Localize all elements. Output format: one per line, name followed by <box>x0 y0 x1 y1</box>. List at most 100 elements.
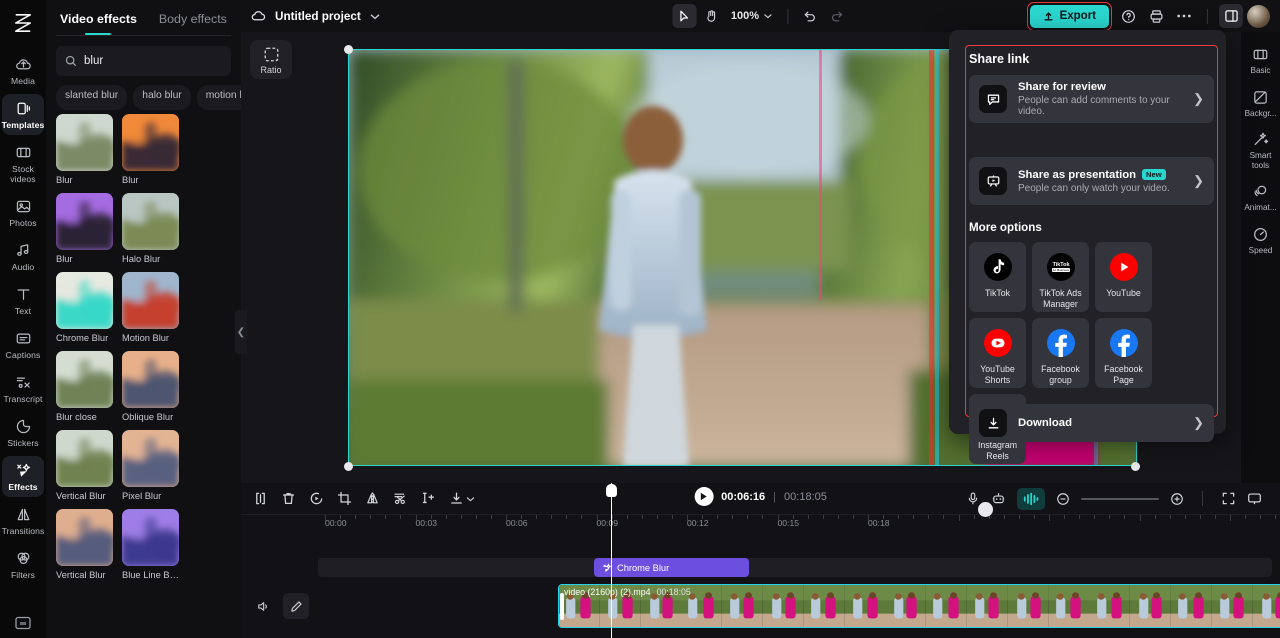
share-as-presentation-item[interactable]: Share as presentation New People can onl… <box>969 157 1214 205</box>
auto-cut-button[interactable] <box>393 491 408 506</box>
sidebar-item-captions[interactable]: Captions <box>2 324 44 365</box>
right-rail-item-speed[interactable]: Speed <box>1243 220 1279 261</box>
share-as-presentation-title: Share as presentation <box>1018 168 1137 181</box>
mirror-button[interactable] <box>365 491 380 506</box>
share-option-youtube[interactable]: YouTube <box>1095 242 1152 312</box>
split-button[interactable] <box>253 491 268 506</box>
ruler-tick <box>973 515 975 519</box>
freeze-button[interactable] <box>309 491 324 506</box>
sidebar-item-transcript[interactable]: Transcript <box>2 368 44 409</box>
timeline-ruler[interactable]: 00:00 00:03 00:06 00:09 00:12 00:15 00:18 <box>241 514 1280 534</box>
sidebar-item-photos[interactable]: Photos <box>2 192 44 233</box>
chevron-down-icon[interactable] <box>370 13 380 20</box>
workspace-icon[interactable] <box>15 616 31 630</box>
app-logo[interactable] <box>0 6 46 40</box>
robot-icon[interactable] <box>991 491 1006 506</box>
play-button[interactable] <box>694 487 714 506</box>
effect-item[interactable]: Blur <box>56 193 113 264</box>
search-tag[interactable]: halo blur <box>133 85 191 110</box>
playhead-handle[interactable] <box>606 484 617 497</box>
effect-item[interactable]: Blur <box>122 114 179 185</box>
download-row[interactable]: Download ❯ <box>969 404 1214 442</box>
download-button[interactable] <box>449 491 475 506</box>
select-tool-button[interactable] <box>671 4 696 28</box>
share-option-tiktok-ads-manager[interactable]: TikTok for Business TikTok Ads Manager <box>1032 242 1089 312</box>
resize-handle-bottom-left[interactable] <box>344 462 353 471</box>
effect-item[interactable]: Blur close <box>56 351 113 422</box>
more-horizontal-icon[interactable] <box>1172 4 1196 28</box>
effect-item[interactable]: Pixel Blur <box>122 430 179 501</box>
clip-trim-handle-left[interactable] <box>560 593 564 620</box>
ruler-tick <box>837 515 839 519</box>
ruler-tick <box>370 515 372 519</box>
rotate-handle[interactable] <box>978 502 993 517</box>
right-rail-item-backgr[interactable]: Backgr... <box>1243 83 1279 124</box>
sidebar-item-effects[interactable]: Effects <box>2 456 44 497</box>
sidebar-item-media[interactable]: Media <box>2 50 44 91</box>
avatar[interactable] <box>1247 4 1270 28</box>
effect-item[interactable]: Chrome Blur <box>56 272 113 343</box>
ruler-tick <box>1033 515 1035 519</box>
sidebar-item-text[interactable]: Text <box>2 280 44 321</box>
sidebar-item-stickers[interactable]: Stickers <box>2 412 44 453</box>
ruler-tick <box>415 515 417 521</box>
search-tag[interactable]: slanted blur <box>56 85 128 110</box>
effect-item[interactable]: Vertical Blur <box>56 430 113 501</box>
tab-body-effects[interactable]: Body effects <box>159 12 227 35</box>
trim-button[interactable] <box>421 491 436 506</box>
search-tag[interactable]: motion blur <box>196 85 241 110</box>
effects-icon <box>15 462 32 479</box>
svg-text:for Business: for Business <box>1052 268 1069 272</box>
effect-item[interactable]: Blur <box>56 114 113 185</box>
ratio-button[interactable]: Ratio <box>250 40 292 79</box>
zoom-slider[interactable] <box>1081 497 1159 500</box>
sidebar-item-label: Media <box>11 76 35 86</box>
effect-item[interactable]: Halo Blur <box>122 193 179 264</box>
preview-monitor-button[interactable] <box>1247 492 1262 506</box>
sidebar-item-filters[interactable]: Filters <box>2 544 44 585</box>
pencil-icon[interactable] <box>283 593 309 619</box>
hand-tool-button[interactable] <box>699 4 723 28</box>
search-input[interactable] <box>84 55 238 67</box>
sidebar-item-stock-videos[interactable]: Stock videos <box>2 138 44 189</box>
microphone-icon[interactable] <box>966 491 980 506</box>
undo-button[interactable] <box>798 4 822 28</box>
playhead[interactable] <box>606 483 617 638</box>
tab-video-effects[interactable]: Video effects <box>60 12 137 35</box>
help-circle-icon[interactable] <box>1116 4 1140 28</box>
fit-screen-button[interactable] <box>1221 491 1236 506</box>
panel-layout-icon[interactable] <box>1219 4 1243 28</box>
panel-collapse-button[interactable]: ❮ <box>235 310 247 354</box>
right-rail-item-basic[interactable]: Basic <box>1243 40 1279 81</box>
effect-clip[interactable]: Chrome Blur <box>594 558 749 577</box>
crop-button[interactable] <box>337 491 352 506</box>
zoom-out-button[interactable] <box>1056 492 1070 506</box>
right-rail-item-animat[interactable]: Animat... <box>1243 177 1279 218</box>
share-for-review-item[interactable]: Share for review People can add comments… <box>969 75 1214 123</box>
zoom-level-button[interactable]: 100% <box>726 10 777 22</box>
effect-item[interactable]: Motion Blur <box>122 272 179 343</box>
waveform-icon[interactable] <box>1017 487 1045 510</box>
share-option-facebook-page[interactable]: Facebook Page <box>1095 318 1152 388</box>
export-button[interactable]: Export <box>1029 4 1109 28</box>
share-option-tiktok[interactable]: TikTok <box>969 242 1026 312</box>
redo-button[interactable] <box>825 4 849 28</box>
resize-handle-top-left[interactable] <box>344 45 353 54</box>
effect-item[interactable]: Vertical Blur <box>56 509 113 580</box>
sidebar-item-audio[interactable]: Audio <box>2 236 44 277</box>
effect-item[interactable]: Blue Line Bl... <box>122 509 179 580</box>
video-clip[interactable]: video (2160p) (2).mp4 00:18:05 <box>558 584 1280 628</box>
share-option-facebook-group[interactable]: Facebook group <box>1032 318 1089 388</box>
share-option-youtube-shorts[interactable]: YouTube Shorts <box>969 318 1026 388</box>
search-box[interactable] <box>56 46 255 76</box>
right-rail-item-smart-tools[interactable]: Smart tools <box>1243 125 1279 175</box>
delete-button[interactable] <box>281 491 296 506</box>
print-icon[interactable] <box>1144 4 1168 28</box>
sidebar-item-transitions[interactable]: Transitions <box>2 500 44 541</box>
sidebar-item-templates[interactable]: Templates <box>2 94 44 135</box>
volume-icon[interactable] <box>251 593 277 619</box>
ruler-label: 00:09 <box>596 518 619 528</box>
zoom-in-button[interactable] <box>1170 492 1184 506</box>
project-name-button[interactable]: Untitled project <box>251 10 380 23</box>
effect-item[interactable]: Oblique Blur <box>122 351 179 422</box>
